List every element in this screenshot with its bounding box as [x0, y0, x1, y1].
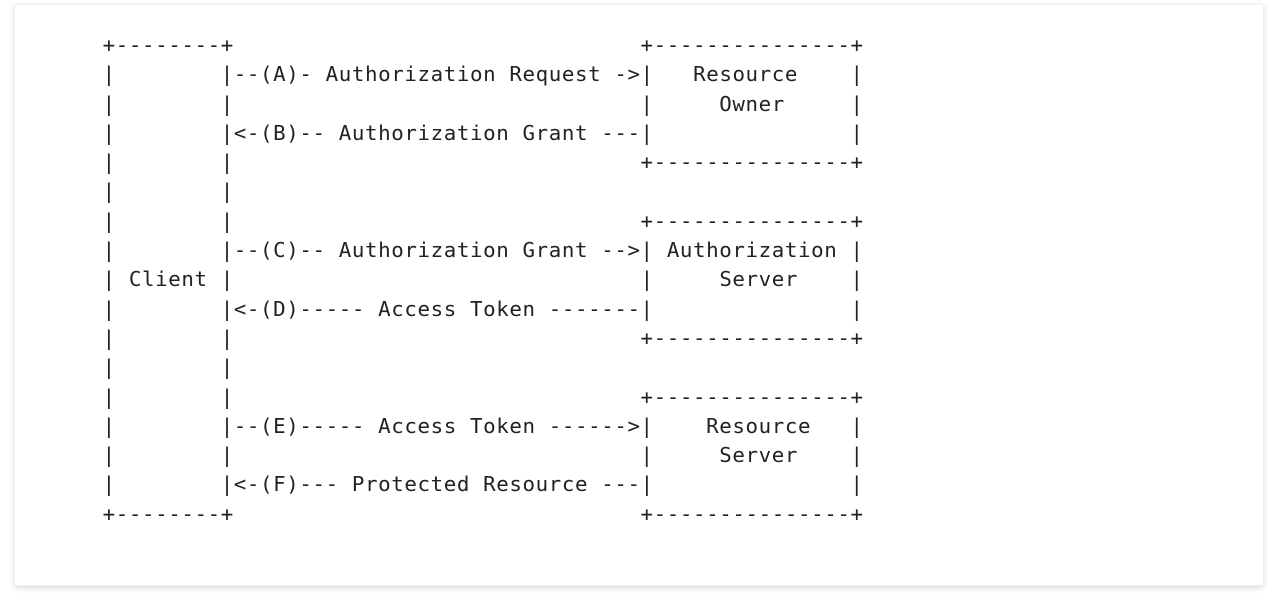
auth-server-l2: Server [719, 267, 798, 291]
flow-B-label: Authorization Grant [339, 121, 588, 145]
resource-owner-l1: Resource [693, 62, 798, 86]
resource-server-l2: Server [719, 443, 798, 467]
auth-server-l1: Authorization [667, 238, 838, 262]
client-label: Client [129, 267, 208, 291]
diagram-card: +--------+ +---------------+ | |--(A)- A… [14, 4, 1264, 586]
flow-E-label: Access Token [378, 414, 535, 438]
flow-F-label: Protected Resource [352, 472, 588, 496]
oauth-flow-diagram: +--------+ +---------------+ | |--(A)- A… [37, 31, 1241, 529]
flow-C-label: Authorization Grant [339, 238, 588, 262]
flow-D-label: Access Token [378, 297, 535, 321]
resource-owner-l2: Owner [719, 92, 785, 116]
resource-server-l1: Resource [706, 414, 811, 438]
flow-A-label: Authorization Request [326, 62, 602, 86]
